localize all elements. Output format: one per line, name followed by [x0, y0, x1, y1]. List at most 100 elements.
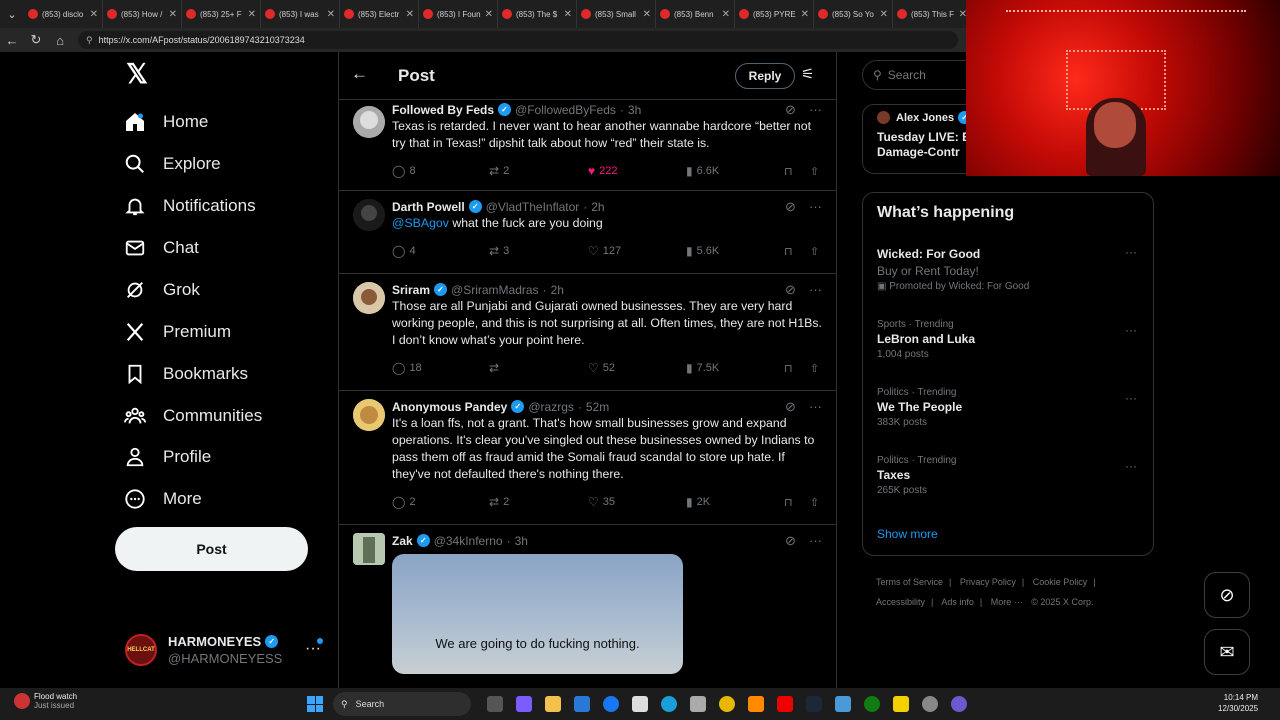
bookmark-icon[interactable]: ⊓ — [784, 245, 793, 258]
grok-icon[interactable]: ⊘ — [785, 533, 796, 549]
avatar[interactable] — [353, 282, 385, 314]
reload-icon[interactable]: ↻ — [24, 28, 48, 52]
timestamp[interactable]: 2h — [591, 200, 604, 214]
more-icon[interactable]: ··· — [1125, 459, 1137, 473]
browser-tab[interactable]: (853) PYRE ✕ — [735, 0, 814, 28]
browser-tab[interactable]: (853) I was ✕ — [261, 0, 340, 28]
repost-action[interactable]: ⇄ 2 — [489, 164, 509, 178]
show-more-link[interactable]: Show more — [877, 527, 938, 541]
close-tab-icon[interactable]: ✕ — [722, 9, 730, 20]
more-icon[interactable]: ··· — [809, 199, 822, 214]
file-explorer-icon[interactable] — [545, 696, 561, 712]
author-name[interactable]: Sriram — [392, 283, 430, 297]
views-action[interactable]: ▮ 2K — [686, 495, 710, 509]
grok-icon[interactable]: ⊘ — [785, 399, 796, 415]
like-action[interactable]: ♡ 52 — [588, 361, 615, 375]
like-action[interactable]: ♡ 35 — [588, 495, 615, 509]
tweet[interactable]: Followed By Feds ✓ @FollowedByFeds · 3h ⊘ ··· … — [339, 100, 836, 191]
share-icon[interactable]: ⇧ — [810, 165, 819, 178]
post-button[interactable]: Post — [115, 527, 308, 571]
trend-item[interactable]: Politics · Trending Taxes 265K posts ··· — [877, 455, 1141, 496]
obs-icon[interactable] — [951, 696, 967, 712]
close-tab-icon[interactable]: ✕ — [169, 9, 177, 20]
more-icon[interactable]: ··· — [809, 282, 822, 297]
author-handle[interactable]: @razrgs — [528, 400, 574, 414]
trend-item[interactable]: Politics · Trending We The People 383K p… — [877, 387, 1141, 428]
grok-fab-icon[interactable]: ⊘ — [1204, 572, 1250, 618]
more-icon[interactable]: ··· — [1125, 245, 1137, 259]
close-tab-icon[interactable]: ✕ — [90, 9, 98, 20]
avatar[interactable] — [353, 399, 385, 431]
share-icon[interactable]: ⇧ — [810, 362, 819, 375]
bookmark-icon[interactable]: ⊓ — [784, 165, 793, 178]
terms-link[interactable]: Terms of Service — [876, 577, 943, 587]
close-tab-icon[interactable]: ✕ — [248, 9, 256, 20]
more-icon[interactable]: ··· — [809, 399, 822, 414]
calculator-icon[interactable] — [690, 696, 706, 712]
grok-icon[interactable]: ⊘ — [785, 102, 796, 118]
app-icon[interactable] — [835, 696, 851, 712]
more-icon[interactable]: ··· — [809, 102, 822, 117]
bookmark-icon[interactable]: ⊓ — [784, 362, 793, 375]
bookmark-icon[interactable]: ⊓ — [784, 496, 793, 509]
facebook-icon[interactable] — [603, 696, 619, 712]
nav-chat[interactable]: Chat — [120, 228, 199, 268]
nav-communities[interactable]: Communities — [120, 396, 262, 436]
reply-action[interactable]: ◯ 2 — [392, 495, 416, 509]
close-tab-icon[interactable]: ✕ — [801, 9, 809, 20]
messages-fab-icon[interactable]: ✉ — [1204, 629, 1250, 675]
more-link[interactable]: More ··· — [991, 597, 1023, 607]
nav-bookmarks[interactable]: Bookmarks — [120, 354, 248, 394]
ads-info-link[interactable]: Ads info — [941, 597, 974, 607]
nav-notifications[interactable]: Notifications — [120, 186, 256, 226]
timestamp[interactable]: 52m — [586, 400, 609, 414]
site-info-icon[interactable]: ⚲ — [86, 35, 93, 46]
mention-link[interactable]: @SBAgov — [392, 216, 449, 230]
more-icon[interactable]: ··· — [1125, 391, 1137, 405]
timestamp[interactable]: 3h — [628, 103, 641, 117]
close-tab-icon[interactable]: ✕ — [485, 9, 493, 20]
x-logo-icon[interactable]: 𝕏 — [123, 60, 151, 88]
reply-action[interactable]: ◯ 4 — [392, 244, 416, 258]
timestamp[interactable]: 3h — [515, 534, 528, 548]
taskbar-search[interactable]: ⚲ Search — [333, 692, 471, 716]
grok-icon[interactable]: ⊘ — [785, 282, 796, 298]
copilot-icon[interactable] — [516, 696, 532, 712]
vlc-icon[interactable] — [748, 696, 764, 712]
tweet[interactable]: Anonymous Pandey ✓ @razrgs · 52m ⊘ ··· It's a … — [339, 391, 836, 525]
timestamp[interactable]: 2h — [551, 283, 564, 297]
like-action[interactable]: ♥ 222 — [588, 164, 617, 178]
xbox-icon[interactable] — [864, 696, 880, 712]
settings-icon[interactable] — [922, 696, 938, 712]
grok-icon[interactable]: ⊘ — [785, 199, 796, 215]
tweet[interactable]: Zak ✓ @34kInferno · 3h ⊘ ··· We are going to d… — [339, 525, 836, 688]
browser-tab[interactable]: (853) Electr ✕ — [340, 0, 419, 28]
accessibility-link[interactable]: Accessibility — [876, 597, 925, 607]
repost-action[interactable]: ⇄ 2 — [489, 495, 509, 509]
browser-tab[interactable]: (853) 25+ F ✕ — [182, 0, 261, 28]
share-icon[interactable]: ⇧ — [810, 496, 819, 509]
chrome-icon[interactable] — [719, 696, 735, 712]
repost-action[interactable]: ⇄ 3 — [489, 244, 509, 258]
browser-tab[interactable]: (853) So Yo ✕ — [814, 0, 893, 28]
avatar[interactable] — [353, 533, 385, 565]
account-switcher[interactable]: HELLCAT HARMONEYES ✓ @HARMONEYESS ··· — [125, 630, 335, 670]
close-tab-icon[interactable]: ✕ — [327, 9, 335, 20]
views-action[interactable]: ▮ 6.6K — [686, 164, 719, 178]
back-arrow-icon[interactable]: ← — [351, 64, 368, 84]
nav-grok[interactable]: Grok — [120, 270, 200, 310]
close-tab-icon[interactable]: ✕ — [880, 9, 888, 20]
tweet[interactable]: Sriram ✓ @SriramMadras · 2h ⊘ ··· Those are al… — [339, 274, 836, 391]
back-icon[interactable]: ← — [0, 28, 24, 52]
filter-sliders-icon[interactable]: ⚟ — [801, 65, 814, 83]
avatar[interactable] — [353, 106, 385, 138]
author-handle[interactable]: @FollowedByFeds — [515, 103, 616, 117]
more-icon[interactable]: ··· — [809, 533, 822, 548]
edge-icon[interactable] — [661, 696, 677, 712]
author-name[interactable]: Zak — [392, 534, 413, 548]
amazon-icon[interactable] — [632, 696, 648, 712]
youtube-icon[interactable] — [777, 696, 793, 712]
author-name[interactable]: Anonymous Pandey — [392, 400, 507, 414]
browser-tab[interactable]: (853) Benn ✕ — [656, 0, 735, 28]
nav-explore[interactable]: Explore — [120, 144, 221, 184]
